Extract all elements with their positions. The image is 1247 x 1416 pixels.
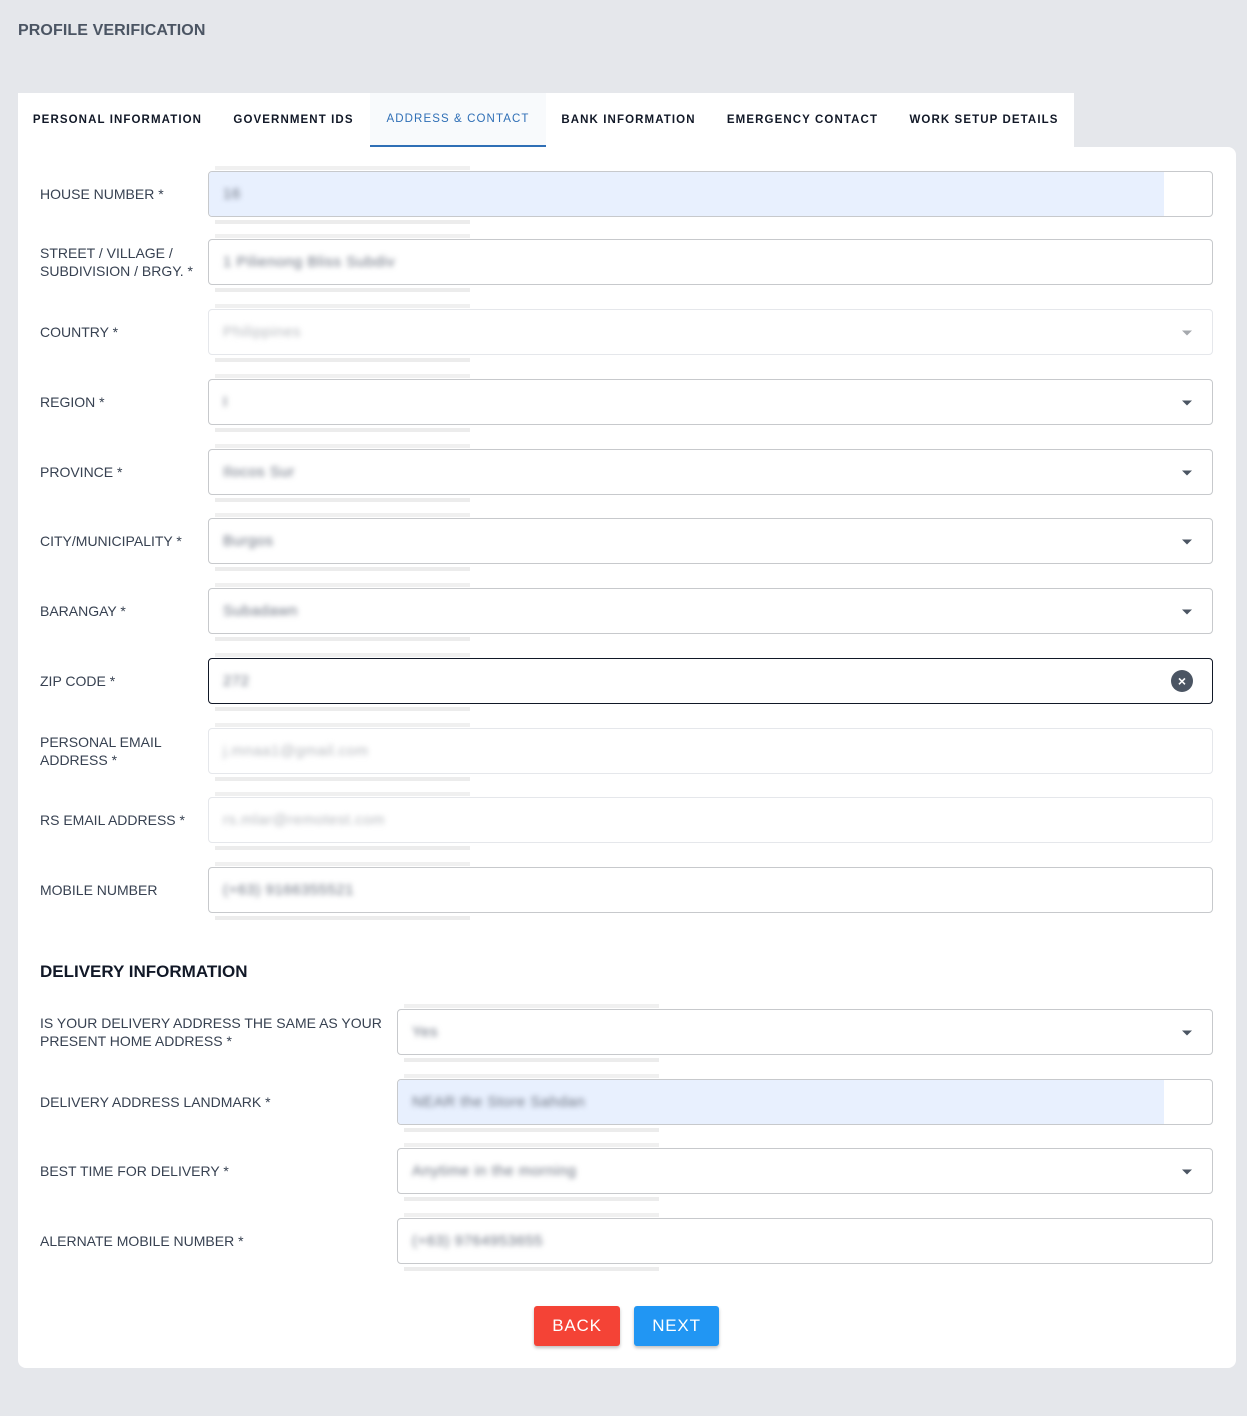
house-number-label: HOUSE NUMBER * [40,186,164,202]
rs-email-label: RS EMAIL ADDRESS * [40,812,185,828]
house-number-input[interactable]: 16 [208,166,1213,224]
province-row: PROVINCE * Ilocos Sur [18,444,1236,502]
province-label: PROVINCE * [40,464,123,480]
chevron-down-icon[interactable] [1182,1030,1192,1036]
tab-government-ids[interactable]: GOVERNMENT IDS [217,93,370,147]
street-label: STREET / VILLAGE / SUBDIVISION / BRGY. * [40,245,194,279]
region-label: REGION * [40,394,105,410]
back-button[interactable]: BACK [534,1306,620,1346]
zip-code-value: 272 [223,672,250,690]
house-number-value: 16 [223,185,241,203]
landmark-input[interactable]: NEAR the Store Sahdan [397,1074,1213,1132]
rs-email-row: RS EMAIL ADDRESS * rs.mlar@remotest.com [18,792,1236,850]
city-row: CITY/MUNICIPALITY * Burgos [18,513,1236,571]
zip-code-label: ZIP CODE * [40,673,116,689]
region-select[interactable]: I [208,374,1213,432]
tab-emergency-contact[interactable]: EMERGENCY CONTACT [711,93,894,147]
barangay-select[interactable]: Subadawn [208,583,1213,641]
barangay-row: BARANGAY * Subadawn [18,583,1236,641]
country-value: Philippines [223,323,302,341]
same-address-value: Yes [412,1023,438,1041]
zip-code-row: ZIP CODE * 272 × [18,653,1236,711]
alternate-mobile-row: ALERNATE MOBILE NUMBER * (+63) 976495365… [18,1213,1236,1271]
rs-email-value: rs.mlar@remotest.com [223,811,385,829]
best-time-value: Anytime in the morning [412,1162,577,1180]
street-row: STREET / VILLAGE / SUBDIVISION / BRGY. *… [18,234,1236,292]
chevron-down-icon[interactable] [1182,539,1192,545]
region-value: I [223,393,228,411]
same-address-label: IS YOUR DELIVERY ADDRESS THE SAME AS YOU… [40,1015,382,1049]
mobile-number-row: MOBILE NUMBER (+63) 9166355521 [18,862,1236,920]
best-time-row: BEST TIME FOR DELIVERY * Anytime in the … [18,1143,1236,1201]
clear-circle-icon[interactable]: × [1171,670,1193,692]
address-contact-form: HOUSE NUMBER * 16 STREET / VILLAGE / SUB… [18,147,1236,1368]
chevron-down-icon[interactable] [1182,470,1192,476]
barangay-label: BARANGAY * [40,603,126,619]
delivery-section-title: DELIVERY INFORMATION [40,962,248,981]
alternate-mobile-value: (+63) 9764953655 [412,1232,544,1250]
same-address-row: IS YOUR DELIVERY ADDRESS THE SAME AS YOU… [18,1004,1236,1062]
city-select[interactable]: Burgos [208,513,1213,571]
landmark-value: NEAR the Store Sahdan [412,1093,586,1111]
personal-email-input: j.mnaa1@gmail.com [208,723,1213,781]
country-label: COUNTRY * [40,324,119,340]
best-time-label: BEST TIME FOR DELIVERY * [40,1163,229,1179]
house-number-row: HOUSE NUMBER * 16 [18,166,1236,224]
province-select[interactable]: Ilocos Sur [208,444,1213,502]
personal-email-label: PERSONAL EMAIL ADDRESS * [40,734,162,768]
region-row: REGION * I [18,374,1236,432]
mobile-number-input[interactable]: (+63) 9166355521 [208,862,1213,920]
rs-email-input: rs.mlar@remotest.com [208,792,1213,850]
page-title: PROFILE VERIFICATION [18,22,206,39]
next-button[interactable]: NEXT [634,1306,719,1346]
chevron-down-icon[interactable] [1182,1169,1192,1175]
alternate-mobile-input[interactable]: (+63) 9764953655 [397,1213,1213,1271]
best-time-select[interactable]: Anytime in the morning [397,1143,1213,1201]
tab-work-setup-details[interactable]: WORK SETUP DETAILS [894,93,1074,147]
zip-code-input[interactable]: 272 × [208,653,1213,711]
country-row: COUNTRY * Philippines [18,304,1236,362]
tab-bar: PERSONAL INFORMATION GOVERNMENT IDS ADDR… [18,93,1074,147]
street-value: 1 Pilienong Bliss Subdiv [223,253,396,271]
country-select: Philippines [208,304,1213,362]
alternate-mobile-label: ALERNATE MOBILE NUMBER * [40,1233,244,1249]
mobile-number-value: (+63) 9166355521 [223,881,355,899]
landmark-row: DELIVERY ADDRESS LANDMARK * NEAR the Sto… [18,1074,1236,1132]
chevron-down-icon[interactable] [1182,400,1192,406]
city-label: CITY/MUNICIPALITY * [40,533,182,549]
barangay-value: Subadawn [223,602,298,620]
tab-address-contact[interactable]: ADDRESS & CONTACT [370,93,546,147]
chevron-down-icon[interactable] [1182,609,1192,615]
street-input[interactable]: 1 Pilienong Bliss Subdiv [208,234,1213,292]
same-address-select[interactable]: Yes [397,1004,1213,1062]
personal-email-value: j.mnaa1@gmail.com [223,742,369,760]
city-value: Burgos [223,532,274,550]
landmark-label: DELIVERY ADDRESS LANDMARK * [40,1094,271,1110]
chevron-down-icon [1182,330,1192,336]
tab-bank-information[interactable]: BANK INFORMATION [546,93,711,147]
personal-email-row: PERSONAL EMAIL ADDRESS * j.mnaa1@gmail.c… [18,723,1236,781]
province-value: Ilocos Sur [223,463,295,481]
tab-personal-information[interactable]: PERSONAL INFORMATION [18,93,217,147]
mobile-number-label: MOBILE NUMBER [40,882,158,898]
